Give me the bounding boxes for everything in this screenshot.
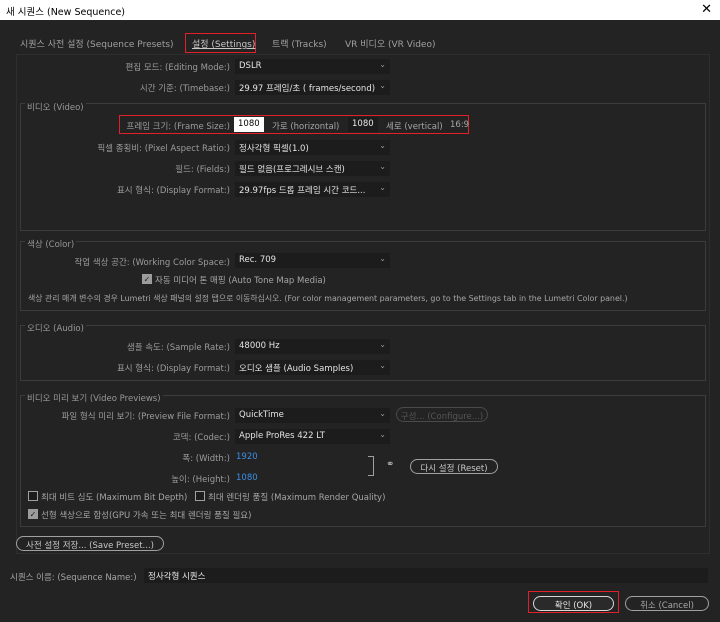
chevron-down-icon: ⌄ [379,430,386,439]
pixel-aspect-value: 정사각형 픽셀(1.0) [239,144,309,154]
audio-display-format-label: 표시 형식: (Display Format:) [116,364,230,374]
timebase-dropdown[interactable]: 29.97 프레임/초 ( frames/second) ⌄ [235,80,390,95]
chevron-down-icon: ⌄ [379,60,386,69]
save-preset-button[interactable]: 사전 설정 저장... (Save Preset...) [16,536,164,551]
horizontal-label: 가로 (horizontal) [272,122,340,132]
chevron-down-icon: ⌄ [379,183,386,192]
link-bracket [368,456,374,476]
editing-mode-label: 편집 모드: (Editing Mode:) [125,63,230,73]
video-section-title: 비디오 (Video) [25,101,86,113]
fields-value: 필드 없음(프로그레시브 스캔) [239,165,345,175]
vertical-label: 세로 (vertical) [386,122,443,132]
chevron-down-icon: ⌄ [379,141,386,150]
tab-vr-video[interactable]: VR 비디오 (VR Video) [345,37,435,50]
aspect-ratio-text: 16:9 [450,120,470,130]
max-bit-depth-checkbox[interactable] [28,491,38,501]
title-bar: 새 시퀀스 (New Sequence) ✕ [0,0,720,20]
pixel-aspect-dropdown[interactable]: 정사각형 픽셀(1.0) ⌄ [235,140,390,155]
working-color-space-value: Rec. 709 [239,255,277,265]
ok-button[interactable]: 확인 (OK) [533,596,614,611]
video-previews-section-title: 비디오 미리 보기 (Video Previews) [25,392,163,404]
cancel-button[interactable]: 취소 (Cancel) [625,596,709,611]
codec-value: Apple ProRes 422 LT [239,431,325,441]
preview-width-value[interactable]: 1920 [236,452,258,462]
codec-label: 코덱: (Codec:) [172,433,230,443]
audio-section-title: 오디오 (Audio) [25,322,86,334]
frame-size-label: 프레임 크기: (Frame Size:) [126,122,231,132]
max-bit-depth-label: 최대 비트 심도 (Maximum Bit Depth) [41,493,188,503]
audio-display-format-dropdown[interactable]: 오디오 샘플 (Audio Samples) ⌄ [235,360,390,375]
preview-height-value[interactable]: 1080 [236,473,258,483]
color-management-note: 색상 관리 매개 변수의 경우 Lumetri 색상 패널의 설정 탭으로 이동… [28,294,628,303]
chevron-down-icon: ⌄ [379,254,386,263]
window-title: 새 시퀀스 (New Sequence) [6,7,126,18]
close-icon[interactable]: ✕ [701,2,712,17]
pixel-aspect-label: 픽셀 종횡비: (Pixel Aspect Ratio:) [97,144,230,154]
auto-tone-map-label: 자동 미디어 톤 매핑 (Auto Tone Map Media) [155,276,326,286]
editing-mode-value: DSLR [239,61,262,71]
frame-width-input[interactable]: 1080 [234,117,264,132]
auto-tone-map-checkbox[interactable]: ✓ [142,274,152,284]
audio-display-format-value: 오디오 샘플 (Audio Samples) [239,364,354,374]
sample-rate-dropdown[interactable]: 48000 Hz ⌄ [235,339,390,354]
configure-button[interactable]: 구성... (Configure...) [396,407,488,422]
video-display-format-label: 표시 형식: (Display Format:) [116,186,230,196]
preview-width-label: 폭: (Width:) [182,454,230,464]
working-color-space-dropdown[interactable]: Rec. 709 ⌄ [235,253,390,268]
tab-tracks[interactable]: 트랙 (Tracks) [272,37,327,50]
fields-dropdown[interactable]: 필드 없음(프로그레시브 스캔) ⌄ [235,161,390,176]
editing-mode-dropdown[interactable]: DSLR ⌄ [235,59,390,74]
preview-file-format-value: QuickTime [239,410,284,420]
max-render-quality-checkbox[interactable] [195,491,205,501]
video-display-format-value: 29.97fps 드롭 프레임 시간 코드... [239,186,366,196]
sequence-name-label: 시퀀스 이름: (Sequence Name:) [10,573,137,583]
linear-color-checkbox[interactable]: ✓ [28,509,38,519]
video-display-format-dropdown[interactable]: 29.97fps 드롭 프레임 시간 코드... ⌄ [235,182,390,197]
tab-sequence-presets[interactable]: 시퀀스 사전 설정 (Sequence Presets) [20,37,174,50]
link-icon[interactable]: ⚭ [386,459,394,470]
color-section-title: 색상 (Color) [25,238,77,250]
fields-label: 필드: (Fields:) [175,165,230,175]
chevron-down-icon: ⌄ [379,162,386,171]
working-color-space-label: 작업 색상 공간: (Working Color Space:) [74,258,230,268]
tab-settings[interactable]: 설정 (Settings) [192,37,255,50]
max-render-quality-label: 최대 렌더링 품질 (Maximum Render Quality) [208,493,386,503]
timebase-label: 시간 기준: (Timebase:) [139,84,230,94]
chevron-down-icon: ⌄ [379,81,386,90]
preview-file-format-label: 파일 형식 미리 보기: (Preview File Format:) [61,412,230,422]
chevron-down-icon: ⌄ [379,409,386,418]
preview-height-label: 높이: (Height:) [171,475,230,485]
sample-rate-value: 48000 Hz [239,341,280,351]
reset-button[interactable]: 다시 설정 (Reset) [410,459,498,474]
preview-file-format-dropdown[interactable]: QuickTime ⌄ [235,408,390,423]
chevron-down-icon: ⌄ [379,340,386,349]
frame-height-input[interactable]: 1080 [348,117,378,132]
sample-rate-label: 샘플 속도: (Sample Rate:) [126,343,230,353]
linear-color-label: 선형 색상으로 합성(GPU 가속 또는 최대 렌더링 품질 필요) [41,511,252,521]
sequence-name-input[interactable]: 정사각형 시퀀스 [144,568,708,583]
timebase-value: 29.97 프레임/초 ( frames/second) [239,84,376,94]
codec-dropdown[interactable]: Apple ProRes 422 LT ⌄ [235,429,390,444]
chevron-down-icon: ⌄ [379,361,386,370]
